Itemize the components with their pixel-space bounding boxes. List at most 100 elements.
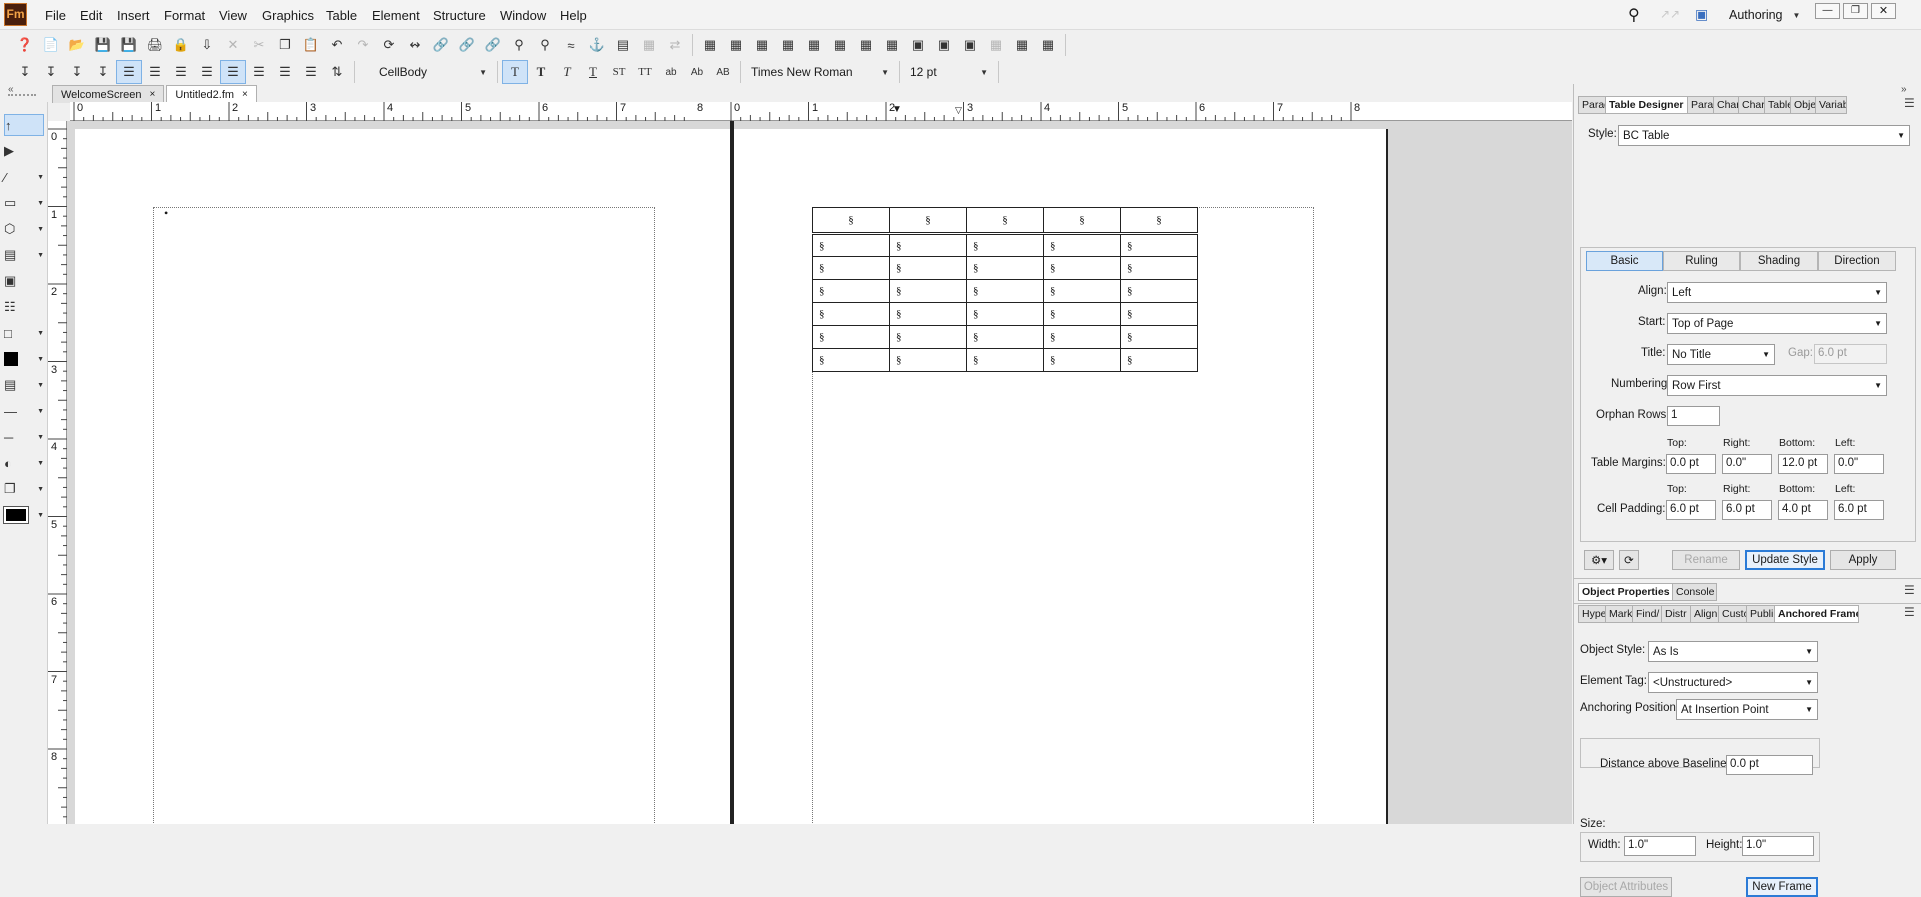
table-cell[interactable]: § [1043,302,1121,326]
table-cell[interactable]: § [966,256,1044,280]
orphan-rows-input[interactable]: 1 [1667,406,1720,426]
tab-distribute[interactable]: Distr [1661,605,1691,623]
object-select-tool[interactable]: ▶ [4,140,44,162]
cross-ref-icon[interactable]: 🔗 [454,33,480,57]
text-select-tool[interactable]: ↑ [4,114,44,136]
indent-marker-icon[interactable]: ▼ [892,104,902,115]
table-header-cell[interactable]: § [889,207,967,235]
menu-structure[interactable]: Structure [433,8,486,23]
menu-graphics[interactable]: Graphics [262,8,314,23]
object-attributes-button[interactable]: Object Attributes [1580,877,1672,897]
help-icon[interactable]: ❓ [12,33,38,57]
save-icon[interactable]: 💾 [90,33,116,57]
padding-bottom-input[interactable]: 4.0 pt [1778,500,1828,520]
redo-icon[interactable]: ↷ [350,33,376,57]
tab-align[interactable]: Align [1690,605,1719,623]
panel-menu-icon[interactable]: ☰ [1904,605,1915,619]
tab-custom[interactable]: Custo [1718,605,1747,623]
tab-publish[interactable]: Publi [1746,605,1775,623]
table-cell[interactable]: § [966,325,1044,349]
table-header-row[interactable]: § § § § § [812,207,1198,235]
tab-paragraph[interactable]: Parag [1578,96,1606,114]
fill-pattern-tool[interactable]: ▤ ▼ [4,374,44,396]
line-spacing-single-icon[interactable]: ☰ [220,60,246,84]
table-cells-icon[interactable]: ▦ [775,33,801,57]
table-sort-icon[interactable]: ▦ [983,33,1009,57]
tab-stop-right-icon[interactable]: ↧ [64,60,90,84]
table-header-cell[interactable]: § [1120,207,1198,235]
font-size-select[interactable]: 12 pt ▼ [904,62,994,82]
spellcheck-icon[interactable]: ≈ [558,33,584,57]
lowercase-icon[interactable]: ab [658,60,684,84]
table-cell[interactable]: § [812,348,890,372]
table-grid[interactable]: § § § § § § § § § § § § § § § § § § § § § § § § § § § § § § … [812,207,1198,372]
tab-anchored-frame[interactable]: Anchored Frame [1774,605,1859,623]
new-file-icon[interactable]: 📄 [38,33,64,57]
add-row-icon[interactable]: ▦ [827,33,853,57]
table-cell[interactable]: § [889,256,967,280]
table-row[interactable]: § § § § § [812,256,1198,280]
line-spacing-double-icon[interactable]: ☰ [272,60,298,84]
table-cell[interactable]: § [1043,256,1121,280]
margin-right-input[interactable]: 0.0" [1722,454,1772,474]
table-cell[interactable]: § [966,233,1044,257]
graphic-frame-tool[interactable]: ▣ [4,270,44,292]
table-insert-icon[interactable]: ▦ [636,33,662,57]
tab-marker[interactable]: Mark [1605,605,1633,623]
menu-edit[interactable]: Edit [80,8,102,23]
find-icon[interactable]: ⚲ [506,33,532,57]
layout-icon[interactable]: ▣ [1695,6,1708,23]
line-tool[interactable]: ∕ ▼ [4,166,44,188]
text-underline-icon[interactable]: T [580,60,606,84]
table-cell[interactable]: § [1120,233,1198,257]
graphics-style-tool[interactable]: ☷ [4,296,44,318]
tab-table[interactable]: Table [1764,96,1791,114]
document-canvas[interactable]: • § § § § § § § § § § § § § § § § § § § § § § § § § § § § §… [67,121,1572,824]
close-tab-icon[interactable]: × [242,89,248,100]
table[interactable]: § § § § § § § § § § § § § § § § § § § § § § § § § § § § § § … [812,207,1198,372]
menu-format[interactable]: Format [164,8,205,23]
tab-character-2[interactable]: Chara [1738,96,1765,114]
table-format-icon[interactable]: ▦ [1035,33,1061,57]
align-justify-icon[interactable]: ☰ [194,60,220,84]
paste-icon[interactable]: 📋 [298,33,324,57]
table-cell[interactable]: § [812,256,890,280]
table-cell[interactable]: § [889,348,967,372]
margin-bottom-input[interactable]: 12.0 pt [1778,454,1828,474]
new-frame-button[interactable]: New Frame [1746,877,1818,897]
titlecase-icon[interactable]: Ab [684,60,710,84]
doc-tab-untitled2[interactable]: Untitled2.fm × [166,85,257,103]
table-cell[interactable]: § [1120,348,1198,372]
frame-tool[interactable]: □ ▼ [4,322,44,344]
tab-stop-decimal-icon[interactable]: ↧ [90,60,116,84]
table-cell[interactable]: § [889,302,967,326]
text-frame-tool[interactable]: ▤ ▼ [4,244,44,266]
align-center-icon[interactable]: ☰ [142,60,168,84]
table-cell[interactable]: § [1043,233,1121,257]
tab-hypertext[interactable]: Hype [1578,605,1606,623]
style-select[interactable]: BC Table ▼ [1618,125,1910,146]
table-row[interactable]: § § § § § [812,279,1198,303]
tint-tool[interactable]: ◐ ▼ [4,452,44,474]
title-select[interactable]: No Title ▼ [1667,344,1775,365]
subtab-ruling[interactable]: Ruling [1663,251,1740,271]
menu-table[interactable]: Table [326,8,357,23]
menu-view[interactable]: View [219,8,247,23]
table-cell[interactable]: § [1120,256,1198,280]
doc-tab-welcome[interactable]: WelcomeScreen × [52,85,165,103]
object-style-select[interactable]: As Is ▼ [1648,641,1818,662]
tab-console[interactable]: Console [1672,583,1717,601]
table-row[interactable]: § § § § § [812,302,1198,326]
rectangle-tool[interactable]: ▭ ▼ [4,192,44,214]
variable-icon[interactable]: 🔗 [480,33,506,57]
table-cell[interactable]: § [812,302,890,326]
table-header-cell[interactable]: § [1043,207,1121,235]
add-column-icon[interactable]: ▦ [853,33,879,57]
line-width-tool[interactable]: — ▼ [4,400,44,422]
gap-input[interactable]: 6.0 pt [1814,344,1887,364]
hyperlink-icon[interactable]: 🔗 [428,33,454,57]
workspace-switcher[interactable]: Authoring ▼ [1723,6,1806,24]
restore-button[interactable]: ❐ [1843,3,1868,19]
tab-paragraph-2[interactable]: Parag [1687,96,1714,114]
table-cols-icon[interactable]: ▦ [749,33,775,57]
